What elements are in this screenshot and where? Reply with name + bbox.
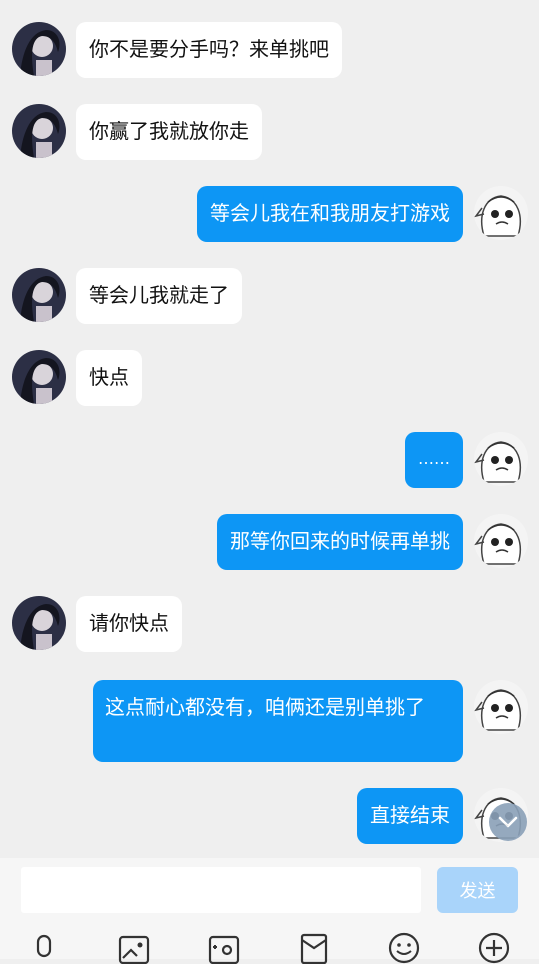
contact-avatar[interactable] [12,350,66,404]
send-button[interactable]: 发送 [437,867,518,913]
message-bubble[interactable]: …… [405,432,463,488]
message-list[interactable]: 你不是要分手吗？来单挑吧 你赢了我就放你走 等会儿我在和我朋友打游戏 等会儿我就… [0,0,539,858]
chevron-down-icon [498,816,518,828]
user-avatar[interactable] [474,514,528,568]
message-bubble[interactable]: 等会儿我在和我朋友打游戏 [197,186,463,242]
contact-avatar[interactable] [12,268,66,322]
message-input[interactable] [21,867,421,913]
composer-bar: 发送 [0,858,539,964]
message-bubble[interactable]: 那等你回来的时候再单挑 [217,514,463,570]
scroll-to-bottom-button[interactable] [489,803,527,841]
message-bubble[interactable]: 快点 [76,350,142,406]
user-avatar[interactable] [474,432,528,486]
message-bubble[interactable]: 你不是要分手吗？来单挑吧 [76,22,342,78]
contact-avatar[interactable] [12,596,66,650]
message-bubble[interactable]: 这点耐心都没有，咱俩还是别单挑了 [93,680,463,762]
message-bubble[interactable]: 请你快点 [76,596,182,652]
user-avatar[interactable] [474,680,528,734]
user-avatar[interactable] [474,186,528,240]
contact-avatar[interactable] [12,104,66,158]
message-bubble[interactable]: 等会儿我就走了 [76,268,242,324]
message-bubble[interactable]: 直接结束 [357,788,463,844]
message-bubble[interactable]: 你赢了我就放你走 [76,104,262,160]
contact-avatar[interactable] [12,22,66,76]
